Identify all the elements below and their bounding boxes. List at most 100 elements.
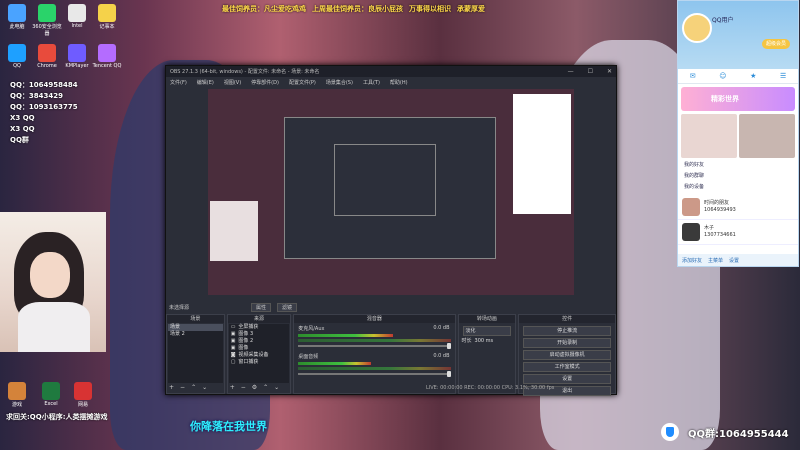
- contact-item[interactable]: 时间的朋友 1064939493: [678, 195, 798, 220]
- message-icon[interactable]: ✉: [690, 72, 696, 80]
- source-item[interactable]: ▢ 窗口捕获: [229, 359, 290, 366]
- game-icon: [8, 382, 26, 400]
- slider-handle[interactable]: [446, 371, 451, 377]
- menu-view[interactable]: 视图(V): [224, 79, 241, 86]
- volume-slider[interactable]: [298, 343, 451, 349]
- avatar: [682, 198, 700, 216]
- promo-images: [681, 114, 795, 158]
- source-item[interactable]: ▣ 图像: [229, 345, 290, 352]
- up-icon[interactable]: ⌃: [191, 384, 196, 392]
- duration-label: 时长: [461, 338, 472, 344]
- section-item[interactable]: 我的设备: [684, 182, 792, 193]
- scene-item[interactable]: 场景: [168, 324, 223, 331]
- menu-edit[interactable]: 编辑(E): [197, 79, 214, 86]
- webcam-feed: [0, 212, 106, 352]
- transitions-title: 转场动画: [458, 315, 516, 323]
- desktop-icon[interactable]: KMPlayer: [62, 44, 92, 69]
- source-item[interactable]: ◙ 视频采集设备: [229, 352, 290, 359]
- menu-scene-collection[interactable]: 场景集合(S): [326, 79, 353, 86]
- transitions-dock: 转场动画 淡化 时长 300 ms: [457, 314, 517, 394]
- source-item[interactable]: ▣ 图像 3: [229, 331, 290, 338]
- duration-input[interactable]: 300 ms: [475, 338, 494, 345]
- desktop-icon[interactable]: 此电脑: [2, 4, 32, 30]
- monitor-icon: ▭: [230, 324, 236, 330]
- desktop-icon[interactable]: QQ: [2, 44, 32, 69]
- up-icon[interactable]: ⌃: [263, 384, 268, 392]
- qq-icon: [8, 44, 26, 62]
- close-button[interactable]: ✕: [607, 68, 612, 75]
- space-icon[interactable]: ★: [750, 72, 756, 80]
- notepad-icon: [98, 4, 116, 22]
- maximize-button[interactable]: ☐: [588, 68, 593, 75]
- promo-banner[interactable]: 精彩世界: [681, 87, 795, 111]
- source-item[interactable]: ▭ 全屏捕获: [229, 324, 290, 331]
- netease-icon: [74, 382, 92, 400]
- vip-badge[interactable]: 超级会员: [762, 39, 790, 49]
- source-item[interactable]: ▣ 图像 2: [229, 338, 290, 345]
- window-icon: ▢: [230, 359, 236, 365]
- desktop-icon[interactable]: 网易: [68, 382, 98, 408]
- volume-meter: [298, 334, 393, 337]
- menu-bar: 文件(F) 编辑(E) 视图(V) 停靠部件(D) 配置文件(P) 场景集合(S…: [166, 77, 616, 87]
- dock-area: 场景 场景 场景 2 + − ⌃ ⌄ 来源 ▭ 全屏捕获 ▣ 图像 3 ▣ 图像 2 ▣ 图像…: [166, 314, 616, 396]
- desktop-icon[interactable]: 360安全浏览器: [32, 4, 62, 37]
- studio-mode-button[interactable]: 工作室模式: [523, 362, 611, 372]
- controls-dock: 控件 停止推流 开始录制 启动虚拟摄像机 工作室模式 设置 退出: [518, 314, 616, 396]
- minimize-button[interactable]: —: [568, 68, 574, 75]
- sources-title: 来源: [227, 315, 291, 323]
- add-icon[interactable]: +: [230, 384, 235, 392]
- desktop-icon[interactable]: Tencent QQ: [92, 44, 122, 69]
- desktop-icon[interactable]: 游戏: [2, 382, 32, 408]
- down-icon[interactable]: ⌄: [202, 384, 207, 392]
- remove-icon[interactable]: −: [180, 384, 185, 392]
- chrome-icon: [38, 44, 56, 62]
- settings-button[interactable]: 设置: [523, 374, 611, 384]
- desktop-icon[interactable]: Excel: [36, 382, 66, 407]
- mixer-track-desktop: 桌面音频 0.0 dB: [295, 352, 453, 380]
- transition-select[interactable]: 淡化: [462, 326, 512, 336]
- qq-number-overlay: QQ：1064958484 QQ：3843429 QQ：1093163775 X…: [10, 81, 78, 144]
- obs-window: OBS 27.1.3 (64-bit, windows) - 配置文件: 未命名…: [165, 65, 617, 396]
- menu-profile[interactable]: 配置文件(P): [289, 79, 316, 86]
- file-icon: [68, 4, 86, 22]
- main-menu-link[interactable]: 主菜单: [708, 257, 723, 264]
- section-item[interactable]: 我的好友: [684, 160, 792, 171]
- down-icon[interactable]: ⌄: [274, 384, 279, 392]
- status-bar: LIVE: 00:00:00 REC: 00:00:00 CPU: 3.1%, …: [426, 385, 555, 391]
- remove-icon[interactable]: −: [241, 384, 246, 392]
- menu-docks[interactable]: 停靠部件(D): [251, 79, 279, 86]
- contacts-icon[interactable]: ☺: [719, 72, 726, 80]
- settings-link[interactable]: 设置: [729, 257, 739, 264]
- volume-meter: [298, 362, 372, 365]
- player-icon: [68, 44, 86, 62]
- menu-help[interactable]: 帮助(H): [390, 79, 408, 86]
- gear-icon[interactable]: ⚙: [252, 384, 257, 392]
- section-item[interactable]: 我的群聊: [684, 171, 792, 182]
- avatar[interactable]: [682, 13, 712, 43]
- desktop-icon[interactable]: 记事本: [92, 4, 122, 30]
- webcam-thumbnail: [210, 201, 258, 261]
- slider-handle[interactable]: [446, 343, 451, 349]
- caption-bottom-left: 求回关:QQ小程序:人类摆摊游戏: [6, 413, 108, 421]
- properties-button[interactable]: 属性: [251, 303, 272, 312]
- banner-item: 万事得以相识: [409, 5, 451, 13]
- desktop-icon[interactable]: Intel: [62, 4, 92, 29]
- stop-stream-button[interactable]: 停止推流: [523, 326, 611, 336]
- preview-canvas[interactable]: [208, 89, 574, 295]
- image-icon: ▣: [230, 345, 236, 351]
- sources-dock: 来源 ▭ 全屏捕获 ▣ 图像 3 ▣ 图像 2 ▣ 图像 ◙ 视频采集设备 ▢ 窗口捕获 +…: [226, 314, 292, 394]
- virtual-camera-button[interactable]: 启动虚拟摄像机: [523, 350, 611, 360]
- add-friend-link[interactable]: 添加好友: [682, 257, 702, 264]
- start-recording-button[interactable]: 开始录制: [523, 338, 611, 348]
- add-icon[interactable]: +: [169, 384, 174, 392]
- contact-item[interactable]: 木子 1307734661: [678, 220, 798, 245]
- volume-slider[interactable]: [298, 371, 451, 377]
- computer-icon: [8, 4, 26, 22]
- more-icon[interactable]: ☰: [780, 72, 786, 80]
- image-icon: ▣: [230, 338, 236, 344]
- menu-file[interactable]: 文件(F): [170, 79, 187, 86]
- scene-item[interactable]: 场景 2: [168, 331, 223, 338]
- menu-tools[interactable]: 工具(T): [363, 79, 380, 86]
- filters-button[interactable]: 滤镜: [277, 303, 298, 312]
- desktop-icon[interactable]: Chrome: [32, 44, 62, 69]
